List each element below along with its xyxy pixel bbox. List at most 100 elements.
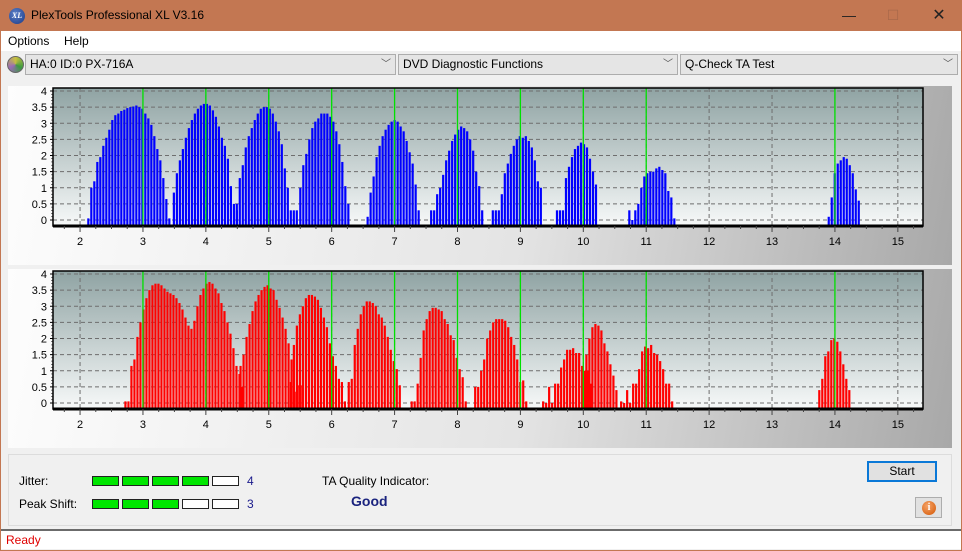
data-bar <box>301 306 304 409</box>
data-bar <box>166 291 169 409</box>
data-bar <box>154 283 157 409</box>
maximize-button[interactable]: ☐ <box>870 0 916 31</box>
chevron-down-icon: ﹀ <box>663 59 673 70</box>
ta-quality-label: TA Quality Indicator: <box>322 474 430 488</box>
data-bar <box>664 173 667 226</box>
data-bar <box>319 307 322 409</box>
close-button[interactable]: ✕ <box>916 0 962 31</box>
data-bar <box>260 290 263 409</box>
data-bar <box>498 319 501 409</box>
data-bar <box>452 340 455 409</box>
data-bar <box>223 311 226 409</box>
data-bar <box>292 344 295 409</box>
data-bar <box>489 330 492 409</box>
data-bar <box>269 288 272 409</box>
data-bar <box>501 319 504 409</box>
x-tick-label: 7 <box>392 236 398 248</box>
data-bar <box>239 365 242 409</box>
data-bar <box>148 290 151 409</box>
data-bar <box>253 120 256 226</box>
data-bar <box>159 160 162 226</box>
y-tick-label: 1.5 <box>32 167 47 179</box>
jitter-meter-segment <box>182 476 209 486</box>
data-bar <box>226 158 229 226</box>
data-bar <box>165 199 168 226</box>
data-bar <box>305 153 308 226</box>
data-bar <box>558 210 562 226</box>
ta-quality-value: Good <box>351 493 388 509</box>
menu-help[interactable]: Help <box>64 34 89 48</box>
data-bar <box>178 303 181 409</box>
data-bar <box>414 184 417 226</box>
data-bar <box>573 149 577 226</box>
data-bar <box>494 210 497 226</box>
x-tick-label: 4 <box>203 236 209 248</box>
data-bar <box>588 338 591 409</box>
data-bar <box>827 351 830 409</box>
data-bar <box>259 108 262 226</box>
status-bar: Ready <box>1 529 961 549</box>
x-tick-label: 3 <box>140 236 146 248</box>
start-button[interactable]: Start <box>867 461 937 482</box>
data-bar <box>162 178 165 226</box>
data-bar <box>626 390 629 409</box>
data-bar <box>362 306 365 409</box>
data-bar <box>256 113 259 226</box>
data-bar <box>289 210 292 226</box>
x-tick-label: 2 <box>77 419 83 431</box>
data-bar <box>390 121 393 226</box>
x-tick-label: 15 <box>892 236 904 248</box>
data-bar <box>247 136 250 226</box>
drive-select[interactable]: HA:0 ID:0 PX-716A ﹀ <box>25 54 396 75</box>
jitter-meter-segment <box>152 476 179 486</box>
y-tick-label: 3 <box>41 118 47 130</box>
data-bar <box>114 115 117 226</box>
data-bar <box>328 343 331 409</box>
menu-options[interactable]: Options <box>8 34 49 48</box>
data-bar <box>135 105 138 226</box>
jitter-meter-segment <box>92 476 119 486</box>
x-tick-label: 10 <box>577 236 589 248</box>
data-bar <box>235 365 238 409</box>
data-bar <box>527 140 530 226</box>
data-bar <box>579 142 583 226</box>
y-tick-label: 1.5 <box>32 350 47 362</box>
data-bar <box>340 382 343 409</box>
data-bar <box>399 126 402 226</box>
data-bar <box>460 126 463 226</box>
data-bar <box>830 197 833 226</box>
data-bar <box>665 383 668 409</box>
data-bar <box>232 203 235 226</box>
data-bar <box>368 301 371 409</box>
data-bar <box>842 364 845 409</box>
data-bar <box>491 210 494 226</box>
data-bar <box>650 344 653 409</box>
minimize-button[interactable]: — <box>826 0 872 31</box>
data-bar <box>350 378 353 409</box>
data-bar <box>530 147 533 226</box>
data-bar <box>359 314 362 409</box>
y-tick-label: 0.5 <box>32 199 47 211</box>
data-bar <box>102 145 105 226</box>
data-bar <box>474 386 477 409</box>
data-bar <box>507 327 510 409</box>
data-bar <box>461 377 464 409</box>
data-bar <box>372 176 375 226</box>
data-bar <box>344 186 347 226</box>
data-bar <box>133 359 136 409</box>
data-bar <box>557 383 560 409</box>
data-bar <box>567 166 571 226</box>
x-tick-label: 2 <box>77 236 83 248</box>
data-bar <box>575 353 578 409</box>
data-bar <box>304 298 307 409</box>
data-bar <box>129 107 132 226</box>
info-button[interactable]: i <box>915 497 942 518</box>
data-bar <box>126 108 129 226</box>
data-bar <box>248 323 251 409</box>
data-bar <box>196 306 199 409</box>
data-bar <box>436 194 439 226</box>
x-tick-label: 9 <box>517 419 523 431</box>
test-select[interactable]: Q-Check TA Test ﹀ <box>680 54 958 75</box>
x-tick-label: 11 <box>640 236 651 248</box>
function-select[interactable]: DVD Diagnostic Functions ﹀ <box>398 54 678 75</box>
